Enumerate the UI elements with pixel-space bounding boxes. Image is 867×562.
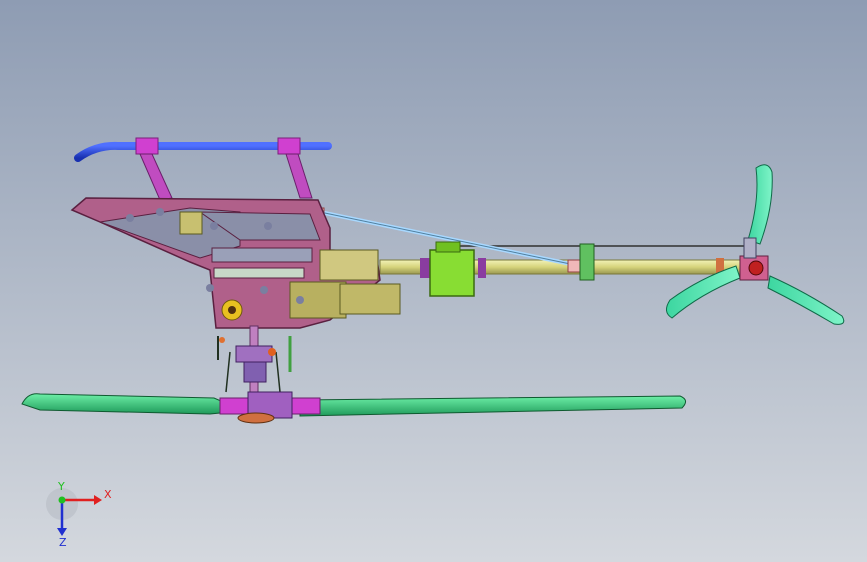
tail-servo[interactable] <box>429 241 475 297</box>
x-axis-arrowhead <box>94 495 102 505</box>
canopy-mount-bar[interactable] <box>74 137 332 201</box>
3d-viewport[interactable]: X Y Z <box>0 0 867 562</box>
rotor-head-linkage[interactable] <box>217 325 292 397</box>
main-rotor-blades[interactable] <box>21 391 686 424</box>
coordinate-triad: X Y Z <box>46 482 112 548</box>
y-axis-dot <box>58 496 66 504</box>
y-axis-label: Y <box>57 482 65 493</box>
tail-rotor[interactable] <box>666 164 845 325</box>
z-axis-arrowhead <box>57 528 67 536</box>
z-axis-label: Z <box>59 536 67 548</box>
helicopter-assembly-model[interactable] <box>0 0 867 562</box>
x-axis-label: X <box>104 488 112 501</box>
